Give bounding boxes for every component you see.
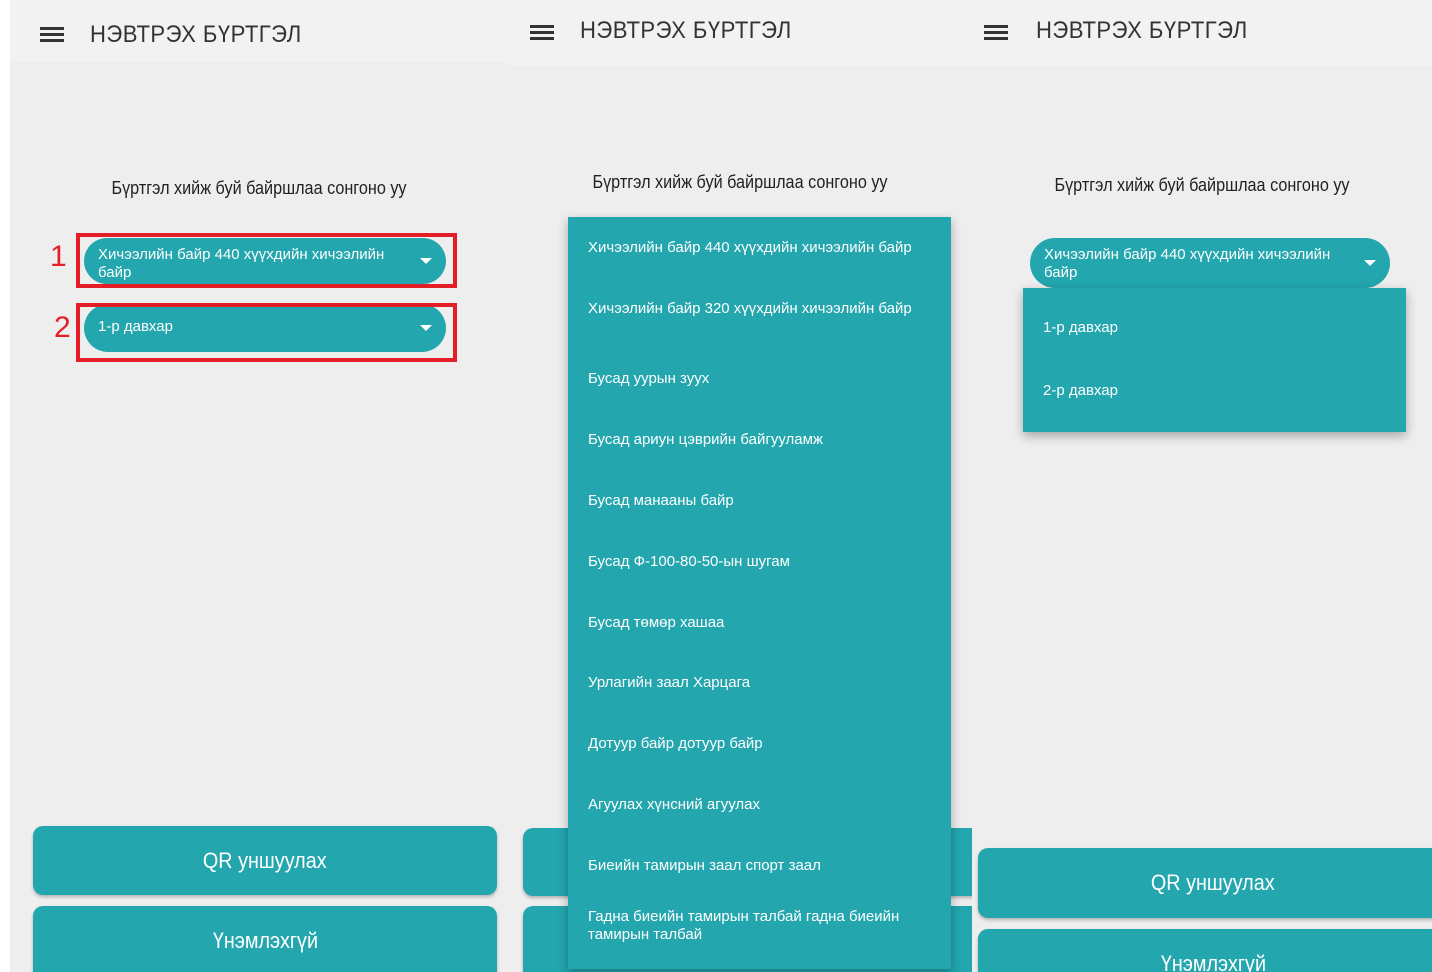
location-option[interactable]: Бусад Ф-100-80-50-ын шугам [588,553,931,571]
location-option[interactable]: Хичээлийн байр 440 хүүхдийн хичээлийн ба… [588,239,931,257]
location-select[interactable]: Хичээлийн байр 440 хүүхдийн хичээлийн ба… [1030,238,1390,288]
location-option[interactable]: Бусад уурын зуух [588,370,931,388]
highlight-number-1: 1 [50,240,67,273]
menu-icon[interactable] [40,24,66,44]
location-option[interactable]: Бусад ариун цэврийн байгууламж [588,431,931,449]
qr-scan-button-label: QR уншуулах [1151,870,1275,895]
app-title: НЭВТРЭХ БҮРТГЭЛ [90,21,302,48]
app-bar: НЭВТРЭХ БҮРТГЭЛ [972,0,1432,66]
app-title: НЭВТРЭХ БҮРТГЭЛ [580,17,792,44]
location-select-value: Хичээлийн байр 440 хүүхдийн хичээлийн ба… [1044,246,1331,281]
location-option[interactable]: Бусад манааны байр [588,492,931,510]
no-certificate-button-label: Үнэмлэхгүй [212,928,318,953]
floor-options-menu: 1-р давхар 2-р давхар [1023,288,1406,432]
location-option[interactable]: Хичээлийн байр 320 хүүхдийн хичээлийн ба… [588,300,931,318]
no-certificate-button-label: Үнэмлэхгүй [1160,951,1266,972]
location-prompt: Бүртгэл хийж буй байршлаа сонгоно уу [1054,175,1350,195]
chevron-down-icon [1364,260,1376,266]
qr-scan-button[interactable]: QR уншуулах [978,848,1432,918]
app-bar: НЭВТРЭХ БҮРТГЭЛ [10,0,508,62]
highlight-number-2: 2 [54,311,71,344]
highlight-box-1 [76,233,457,288]
app-title: НЭВТРЭХ БҮРТГЭЛ [1036,17,1248,44]
app-bar: НЭВТРЭХ БҮРТГЭЛ [508,0,972,66]
location-option[interactable]: Урлагийн заал Харцага [588,674,931,692]
menu-icon[interactable] [984,22,1010,42]
no-certificate-button[interactable]: Үнэмлэхгүй [978,929,1432,972]
location-option[interactable]: Биеийн тамирын заал спорт заал [588,857,931,875]
location-prompt: Бүртгэл хийж буй байршлаа сонгоно уу [111,178,407,198]
floor-option[interactable]: 1-р давхар [1043,319,1386,337]
menu-icon[interactable] [530,22,556,42]
highlight-box-2 [76,303,457,362]
location-option[interactable]: Агуулах хүнсний агуулах [588,796,931,814]
floor-option[interactable]: 2-р давхар [1043,382,1386,400]
screen-1: НЭВТРЭХ БҮРТГЭЛ Бүртгэл хийж буй байршла… [10,0,508,972]
location-prompt: Бүртгэл хийж буй байршлаа сонгоно уу [592,172,888,192]
screen-2: НЭВТРЭХ БҮРТГЭЛ Бүртгэл хийж буй байршла… [508,0,972,972]
qr-scan-button-label: QR уншуулах [203,848,327,873]
location-options-menu: Хичээлийн байр 440 хүүхдийн хичээлийн ба… [568,217,951,969]
location-option[interactable]: Дотуур байр дотуур байр [588,735,931,753]
location-option[interactable]: Гадна биеийн тамирын талбай гадна биеийн… [588,908,931,944]
qr-scan-button[interactable]: QR уншуулах [33,826,497,895]
location-option[interactable]: Бусад төмөр хашаа [588,614,931,632]
no-certificate-button[interactable]: Үнэмлэхгүй [33,906,497,972]
screen-3: НЭВТРЭХ БҮРТГЭЛ Бүртгэл хийж буй байршла… [972,0,1432,972]
